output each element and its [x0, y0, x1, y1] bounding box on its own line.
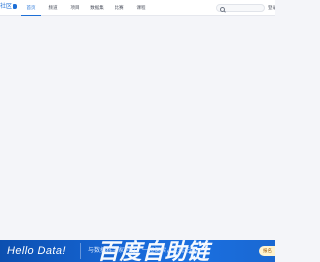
tab-channels[interactable]: 频道: [42, 0, 64, 16]
banner-signup-button[interactable]: 报名: [259, 246, 275, 256]
tab-label: 课程: [136, 5, 146, 10]
brand-logo[interactable]: 社区: [0, 3, 18, 12]
tab-label: 频道: [48, 5, 58, 10]
tab-home[interactable]: 首页: [20, 0, 42, 16]
login-link[interactable]: 登录: [268, 4, 275, 12]
promo-banner[interactable]: Hello Data! 百度自助链 与数据科学家同行，一起探索，发现无限 报名: [0, 240, 275, 262]
search-box[interactable]: [216, 4, 265, 12]
brand-mark-icon: [13, 4, 18, 9]
banner-hello-text: Hello Data!: [7, 245, 66, 257]
tab-competitions[interactable]: 比赛: [108, 0, 130, 16]
tab-label: 数据集: [90, 5, 104, 10]
banner-tagline: 与数据科学家同行，一起探索，发现无限: [88, 248, 197, 254]
tab-projects[interactable]: 项目: [64, 0, 86, 16]
nav-tabs: 首页 频道 项目 数据集 比赛 课程: [20, 0, 152, 16]
tab-datasets[interactable]: 数据集: [86, 0, 108, 16]
top-navigation: 社区 首页 频道 项目 数据集 比赛 课程 登录: [0, 0, 275, 16]
tab-label: 首页: [26, 5, 36, 10]
page: 社区 首页 频道 项目 数据集 比赛 课程 登录 Hello Data! 百度自…: [0, 0, 275, 262]
banner-divider: [80, 243, 81, 259]
tab-courses[interactable]: 课程: [130, 0, 152, 16]
tab-label: 项目: [70, 5, 80, 10]
search-input[interactable]: [225, 5, 263, 11]
brand-name: 社区: [0, 4, 13, 10]
tab-label: 比赛: [114, 5, 124, 10]
